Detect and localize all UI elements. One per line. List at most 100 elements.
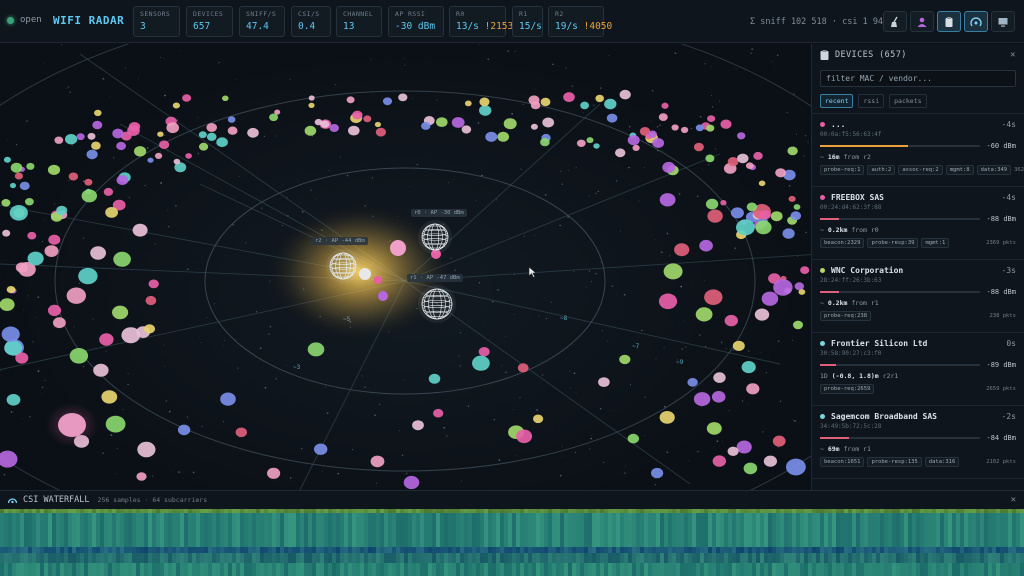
device-dot[interactable] <box>705 154 715 163</box>
access-point-r1-icon[interactable] <box>418 285 456 323</box>
device-dot[interactable] <box>86 149 98 160</box>
device-dot[interactable] <box>155 152 163 159</box>
device-dot[interactable] <box>540 97 551 107</box>
device-dot[interactable] <box>27 251 44 266</box>
device-dot[interactable] <box>704 289 723 305</box>
device-dot[interactable] <box>308 95 315 101</box>
device-dot[interactable] <box>222 95 229 102</box>
device-dot[interactable] <box>737 132 746 140</box>
device-dot[interactable] <box>329 124 339 132</box>
device-dot[interactable] <box>758 180 766 187</box>
device-dot[interactable] <box>593 143 600 149</box>
device-filter-input[interactable] <box>820 70 1016 87</box>
device-dot[interactable] <box>94 109 102 117</box>
device-dot[interactable] <box>663 263 683 280</box>
device-dot[interactable] <box>173 158 181 165</box>
device-dot[interactable] <box>53 317 66 329</box>
device-dot[interactable] <box>87 132 96 140</box>
device-dot[interactable] <box>798 289 806 295</box>
device-dot[interactable] <box>736 440 752 454</box>
device-dot[interactable] <box>706 124 715 132</box>
device-dot[interactable] <box>56 205 68 216</box>
device-dot[interactable] <box>267 467 281 479</box>
device-dot[interactable] <box>595 94 604 103</box>
device-dot[interactable] <box>533 414 544 424</box>
device-dot[interactable] <box>78 267 98 285</box>
device-dot[interactable] <box>586 137 594 144</box>
device-dot[interactable] <box>48 234 61 245</box>
clear-button[interactable] <box>883 11 907 32</box>
person-view-button[interactable] <box>910 11 934 32</box>
device-dot[interactable] <box>632 144 640 151</box>
device-dot[interactable] <box>720 119 732 129</box>
device-dot[interactable] <box>695 307 713 322</box>
device-dot[interactable] <box>10 162 23 173</box>
device-dot[interactable] <box>92 120 103 130</box>
device-dot[interactable] <box>753 151 763 160</box>
device-dot[interactable] <box>790 211 802 221</box>
device-dot[interactable] <box>479 97 490 107</box>
device-dot[interactable] <box>659 411 675 424</box>
device-dot[interactable] <box>705 198 719 210</box>
device-dot[interactable] <box>727 446 739 456</box>
device-dot[interactable] <box>478 347 490 357</box>
device-dot[interactable] <box>787 146 798 156</box>
device-dot[interactable] <box>166 122 179 134</box>
device-dot[interactable] <box>711 391 726 403</box>
fullscreen-button[interactable] <box>991 11 1015 32</box>
device-dot[interactable] <box>378 291 388 301</box>
device-dot[interactable] <box>134 146 147 157</box>
device-dot[interactable] <box>775 168 786 178</box>
device-dot[interactable] <box>651 467 664 479</box>
device-dot[interactable] <box>743 462 758 475</box>
device-dot[interactable] <box>206 123 217 132</box>
device-dot[interactable] <box>185 153 192 159</box>
device-dot[interactable] <box>199 142 209 151</box>
device-dot[interactable] <box>724 314 738 327</box>
device-dot[interactable] <box>563 92 575 103</box>
device-dot[interactable] <box>47 304 62 316</box>
device-dot[interactable] <box>732 340 745 351</box>
device-dot[interactable] <box>145 295 157 306</box>
device-item[interactable]: Sagemcom Broadband SAS -2s 34:49:5b:72:5… <box>812 406 1024 479</box>
device-dot[interactable] <box>695 124 704 132</box>
device-dot[interactable] <box>472 355 490 371</box>
device-dot[interactable] <box>540 138 550 147</box>
device-dot[interactable] <box>227 116 236 123</box>
device-dot[interactable] <box>741 361 756 374</box>
device-item[interactable]: ... -4s 00:0a:f5:56:63:4f -60 dBm ~ 16m … <box>812 114 1024 187</box>
device-dot[interactable] <box>461 125 472 134</box>
device-dot[interactable] <box>6 394 21 406</box>
device-dot[interactable] <box>227 126 238 135</box>
device-dot[interactable] <box>648 130 657 138</box>
device-dot[interactable] <box>0 450 18 468</box>
device-dot[interactable] <box>652 138 665 148</box>
device-dot[interactable] <box>619 89 631 100</box>
close-icon[interactable]: ✕ <box>1010 50 1016 60</box>
device-dot[interactable] <box>320 120 330 128</box>
device-dot[interactable] <box>681 126 689 134</box>
device-dot[interactable] <box>206 132 217 141</box>
device-dot[interactable] <box>727 157 739 167</box>
device-dot[interactable] <box>3 156 11 163</box>
device-dot[interactable] <box>314 443 328 455</box>
device-dot[interactable] <box>121 327 141 344</box>
device-dot[interactable] <box>737 153 749 164</box>
devices-toggle-button[interactable] <box>937 11 961 32</box>
radar-scene[interactable]: ~5~8~3~7~9 <box>0 44 811 490</box>
device-dot[interactable] <box>220 392 236 406</box>
device-dot[interactable] <box>497 131 510 142</box>
device-dot[interactable] <box>99 333 114 346</box>
device-dot[interactable] <box>14 172 23 180</box>
device-dot[interactable] <box>374 121 381 128</box>
close-icon[interactable]: ✕ <box>1011 495 1016 505</box>
device-dot[interactable] <box>116 175 129 186</box>
device-dot[interactable] <box>403 475 420 490</box>
device-dot[interactable] <box>770 211 783 222</box>
device-dot[interactable] <box>754 308 770 321</box>
device-dot[interactable] <box>699 239 713 252</box>
device-dot[interactable] <box>433 408 444 418</box>
device-dot[interactable] <box>755 220 772 235</box>
device-dot[interactable] <box>159 140 170 149</box>
device-dot[interactable] <box>517 363 529 373</box>
